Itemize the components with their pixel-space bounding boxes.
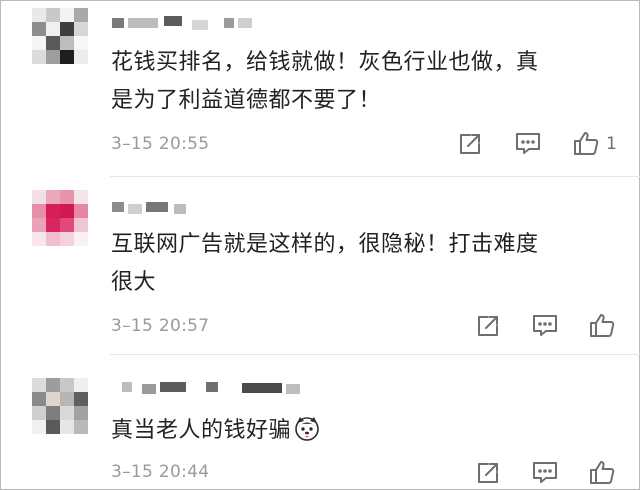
thumbs-up-icon <box>590 314 615 337</box>
comment-button[interactable] <box>513 129 543 159</box>
avatar-blurred[interactable] <box>32 378 88 434</box>
comment-3: 真当老人的钱好骗 3–15 20:44 <box>0 358 640 490</box>
like-count: 1 <box>606 134 617 154</box>
comment-icon <box>533 315 557 336</box>
repost-button[interactable] <box>473 311 503 341</box>
comment-timestamp: 3–15 20:57 <box>111 316 210 336</box>
comment-2: 互联网广告就是这样的，很隐秘！打击难度 很大 3–15 20:57 <box>0 180 640 355</box>
thumbs-up-icon <box>574 132 599 155</box>
thumbs-up-icon <box>590 461 615 484</box>
repost-icon <box>478 463 498 483</box>
username-blurred[interactable] <box>112 378 312 398</box>
username-blurred[interactable] <box>112 14 282 34</box>
repost-icon <box>460 134 480 154</box>
comment-text-line: 花钱买排名，给钱就做！灰色行业也做，真 <box>111 50 539 75</box>
comment-divider <box>110 176 640 177</box>
comment-timestamp: 3–15 20:55 <box>111 134 210 154</box>
comment-timestamp: 3–15 20:44 <box>111 462 210 482</box>
comment-text: 真当老人的钱好骗 <box>111 412 321 450</box>
avatar-blurred[interactable] <box>32 8 88 64</box>
avatar-blurred[interactable] <box>32 190 88 246</box>
comment-text: 花钱买排名，给钱就做！灰色行业也做，真 是为了利益道德都不要了！ <box>111 44 539 120</box>
comment-text-line: 是为了利益道德都不要了！ <box>111 88 382 113</box>
like-button[interactable] <box>587 457 617 487</box>
comment-button[interactable] <box>530 458 560 488</box>
comment-text: 互联网广告就是这样的，很隐秘！打击难度 很大 <box>111 226 539 302</box>
comment-text-line: 真当老人的钱好骗 <box>111 418 292 443</box>
comment-icon <box>516 133 540 154</box>
comment-divider <box>110 354 640 355</box>
comment-text-line: 互联网广告就是这样的，很隐秘！打击难度 <box>111 232 539 257</box>
comment-text-line: 很大 <box>111 270 157 295</box>
username-blurred[interactable] <box>112 198 202 218</box>
repost-button[interactable] <box>473 458 503 488</box>
husky-face-emoji <box>293 414 321 442</box>
comment-icon <box>533 462 557 483</box>
repost-button[interactable] <box>455 129 485 159</box>
comment-1: 花钱买排名，给钱就做！灰色行业也做，真 是为了利益道德都不要了！ 3–15 20… <box>0 0 640 177</box>
comment-button[interactable] <box>530 311 560 341</box>
repost-icon <box>478 316 498 336</box>
like-button[interactable] <box>571 128 601 158</box>
like-button[interactable] <box>587 310 617 340</box>
